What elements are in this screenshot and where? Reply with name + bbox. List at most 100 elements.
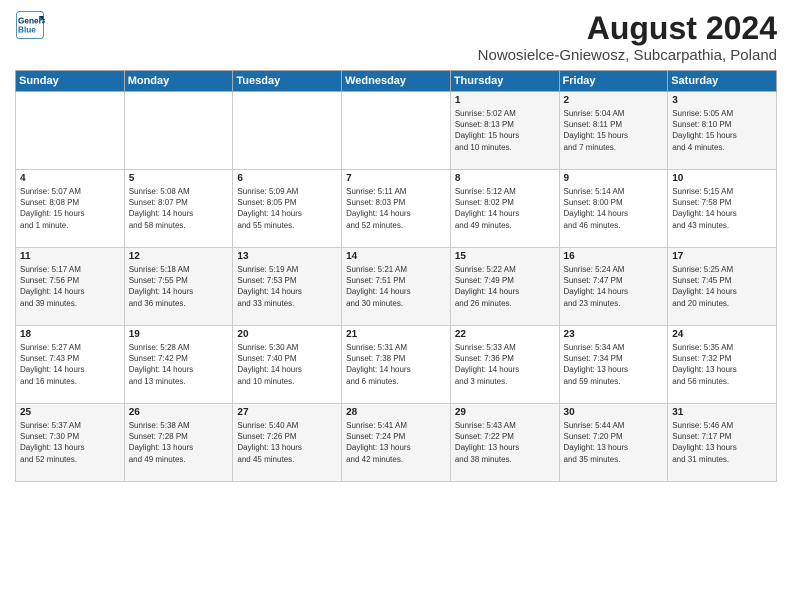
day-info: Sunrise: 5:04 AM Sunset: 8:11 PM Dayligh… (564, 108, 664, 153)
day-info: Sunrise: 5:27 AM Sunset: 7:43 PM Dayligh… (20, 342, 120, 387)
day-number: 4 (20, 173, 120, 184)
day-number: 5 (129, 173, 229, 184)
day-number: 6 (237, 173, 337, 184)
day-cell: 24 Sunrise: 5:35 AM Sunset: 7:32 PM Dayli… (668, 326, 777, 404)
day-number: 27 (237, 407, 337, 418)
day-info: Sunrise: 5:08 AM Sunset: 8:07 PM Dayligh… (129, 186, 229, 231)
day-info: Sunrise: 5:24 AM Sunset: 7:47 PM Dayligh… (564, 264, 664, 309)
day-cell: 17 Sunrise: 5:25 AM Sunset: 7:45 PM Dayli… (668, 248, 777, 326)
header-day-sunday: Sunday (16, 71, 125, 92)
logo: General Blue (15, 10, 45, 40)
day-cell: 22 Sunrise: 5:33 AM Sunset: 7:36 PM Dayli… (450, 326, 559, 404)
day-info: Sunrise: 5:25 AM Sunset: 7:45 PM Dayligh… (672, 264, 772, 309)
day-number: 23 (564, 329, 664, 340)
day-cell: 3 Sunrise: 5:05 AM Sunset: 8:10 PM Daylig… (668, 92, 777, 170)
day-info: Sunrise: 5:12 AM Sunset: 8:02 PM Dayligh… (455, 186, 555, 231)
day-number: 14 (346, 251, 446, 262)
day-number: 17 (672, 251, 772, 262)
day-cell: 19Sunrise: 5:28 AM Sunset: 7:42 PM Dayli… (124, 326, 233, 404)
day-cell: 7 Sunrise: 5:11 AM Sunset: 8:03 PM Daylig… (342, 170, 451, 248)
day-number: 26 (129, 407, 229, 418)
day-cell: 30 Sunrise: 5:44 AM Sunset: 7:20 PM Dayli… (559, 404, 668, 482)
day-info: Sunrise: 5:34 AM Sunset: 7:34 PM Dayligh… (564, 342, 664, 387)
day-info: Sunrise: 5:43 AM Sunset: 7:22 PM Dayligh… (455, 420, 555, 465)
day-cell: 10Sunrise: 5:15 AM Sunset: 7:58 PM Dayli… (668, 170, 777, 248)
header: General Blue August 2024 Nowosielce-Gnie… (15, 10, 777, 64)
day-number: 21 (346, 329, 446, 340)
header-day-monday: Monday (124, 71, 233, 92)
day-number: 12 (129, 251, 229, 262)
day-info: Sunrise: 5:35 AM Sunset: 7:32 PM Dayligh… (672, 342, 772, 387)
day-cell: 9 Sunrise: 5:14 AM Sunset: 8:00 PM Daylig… (559, 170, 668, 248)
logo-icon: General Blue (15, 10, 45, 40)
day-number: 30 (564, 407, 664, 418)
day-cell: 16 Sunrise: 5:24 AM Sunset: 7:47 PM Dayli… (559, 248, 668, 326)
day-info: Sunrise: 5:07 AM Sunset: 8:08 PM Dayligh… (20, 186, 120, 231)
day-info: Sunrise: 5:46 AM Sunset: 7:17 PM Dayligh… (672, 420, 772, 465)
week-row-4: 18 Sunrise: 5:27 AM Sunset: 7:43 PM Dayli… (16, 326, 777, 404)
day-cell (342, 92, 451, 170)
day-cell: 1Sunrise: 5:02 AM Sunset: 8:13 PM Daylig… (450, 92, 559, 170)
calendar-table: SundayMondayTuesdayWednesdayThursdayFrid… (15, 70, 777, 482)
day-number: 22 (455, 329, 555, 340)
header-day-friday: Friday (559, 71, 668, 92)
week-row-3: 11Sunrise: 5:17 AM Sunset: 7:56 PM Dayli… (16, 248, 777, 326)
day-info: Sunrise: 5:31 AM Sunset: 7:38 PM Dayligh… (346, 342, 446, 387)
day-number: 1 (455, 95, 555, 106)
main-title: August 2024 (478, 10, 777, 47)
day-cell: 26 Sunrise: 5:38 AM Sunset: 7:28 PM Dayli… (124, 404, 233, 482)
svg-text:Blue: Blue (18, 26, 36, 35)
day-cell: 27 Sunrise: 5:40 AM Sunset: 7:26 PM Dayli… (233, 404, 342, 482)
week-row-1: 1Sunrise: 5:02 AM Sunset: 8:13 PM Daylig… (16, 92, 777, 170)
day-cell: 13Sunrise: 5:19 AM Sunset: 7:53 PM Dayli… (233, 248, 342, 326)
day-cell: 20 Sunrise: 5:30 AM Sunset: 7:40 PM Dayli… (233, 326, 342, 404)
day-cell (233, 92, 342, 170)
page: General Blue August 2024 Nowosielce-Gnie… (0, 0, 792, 612)
day-info: Sunrise: 5:38 AM Sunset: 7:28 PM Dayligh… (129, 420, 229, 465)
day-cell: 6Sunrise: 5:09 AM Sunset: 8:05 PM Daylig… (233, 170, 342, 248)
day-number: 29 (455, 407, 555, 418)
day-cell: 31Sunrise: 5:46 AM Sunset: 7:17 PM Dayli… (668, 404, 777, 482)
day-number: 25 (20, 407, 120, 418)
day-number: 20 (237, 329, 337, 340)
day-info: Sunrise: 5:41 AM Sunset: 7:24 PM Dayligh… (346, 420, 446, 465)
day-info: Sunrise: 5:44 AM Sunset: 7:20 PM Dayligh… (564, 420, 664, 465)
day-number: 8 (455, 173, 555, 184)
day-cell (16, 92, 125, 170)
day-cell: 29 Sunrise: 5:43 AM Sunset: 7:22 PM Dayli… (450, 404, 559, 482)
sub-title: Nowosielce-Gniewosz, Subcarpathia, Polan… (478, 47, 777, 64)
day-cell: 5 Sunrise: 5:08 AM Sunset: 8:07 PM Daylig… (124, 170, 233, 248)
day-info: Sunrise: 5:40 AM Sunset: 7:26 PM Dayligh… (237, 420, 337, 465)
day-info: Sunrise: 5:22 AM Sunset: 7:49 PM Dayligh… (455, 264, 555, 309)
week-row-5: 25Sunrise: 5:37 AM Sunset: 7:30 PM Dayli… (16, 404, 777, 482)
day-number: 10 (672, 173, 772, 184)
day-cell: 12 Sunrise: 5:18 AM Sunset: 7:55 PM Dayli… (124, 248, 233, 326)
day-cell: 18 Sunrise: 5:27 AM Sunset: 7:43 PM Dayli… (16, 326, 125, 404)
day-number: 7 (346, 173, 446, 184)
day-info: Sunrise: 5:18 AM Sunset: 7:55 PM Dayligh… (129, 264, 229, 309)
day-info: Sunrise: 5:33 AM Sunset: 7:36 PM Dayligh… (455, 342, 555, 387)
header-day-saturday: Saturday (668, 71, 777, 92)
day-info: Sunrise: 5:14 AM Sunset: 8:00 PM Dayligh… (564, 186, 664, 231)
day-cell: 8 Sunrise: 5:12 AM Sunset: 8:02 PM Daylig… (450, 170, 559, 248)
header-day-wednesday: Wednesday (342, 71, 451, 92)
day-number: 15 (455, 251, 555, 262)
day-cell: 14 Sunrise: 5:21 AM Sunset: 7:51 PM Dayli… (342, 248, 451, 326)
day-cell: 23 Sunrise: 5:34 AM Sunset: 7:34 PM Dayli… (559, 326, 668, 404)
day-number: 18 (20, 329, 120, 340)
day-cell (124, 92, 233, 170)
day-info: Sunrise: 5:19 AM Sunset: 7:53 PM Dayligh… (237, 264, 337, 309)
day-cell: 15 Sunrise: 5:22 AM Sunset: 7:49 PM Dayli… (450, 248, 559, 326)
day-info: Sunrise: 5:21 AM Sunset: 7:51 PM Dayligh… (346, 264, 446, 309)
header-row: SundayMondayTuesdayWednesdayThursdayFrid… (16, 71, 777, 92)
day-info: Sunrise: 5:11 AM Sunset: 8:03 PM Dayligh… (346, 186, 446, 231)
day-number: 3 (672, 95, 772, 106)
day-number: 9 (564, 173, 664, 184)
day-info: Sunrise: 5:05 AM Sunset: 8:10 PM Dayligh… (672, 108, 772, 153)
day-number: 24 (672, 329, 772, 340)
week-row-2: 4 Sunrise: 5:07 AM Sunset: 8:08 PM Daylig… (16, 170, 777, 248)
day-info: Sunrise: 5:17 AM Sunset: 7:56 PM Dayligh… (20, 264, 120, 309)
day-cell: 4 Sunrise: 5:07 AM Sunset: 8:08 PM Daylig… (16, 170, 125, 248)
day-number: 16 (564, 251, 664, 262)
day-info: Sunrise: 5:30 AM Sunset: 7:40 PM Dayligh… (237, 342, 337, 387)
